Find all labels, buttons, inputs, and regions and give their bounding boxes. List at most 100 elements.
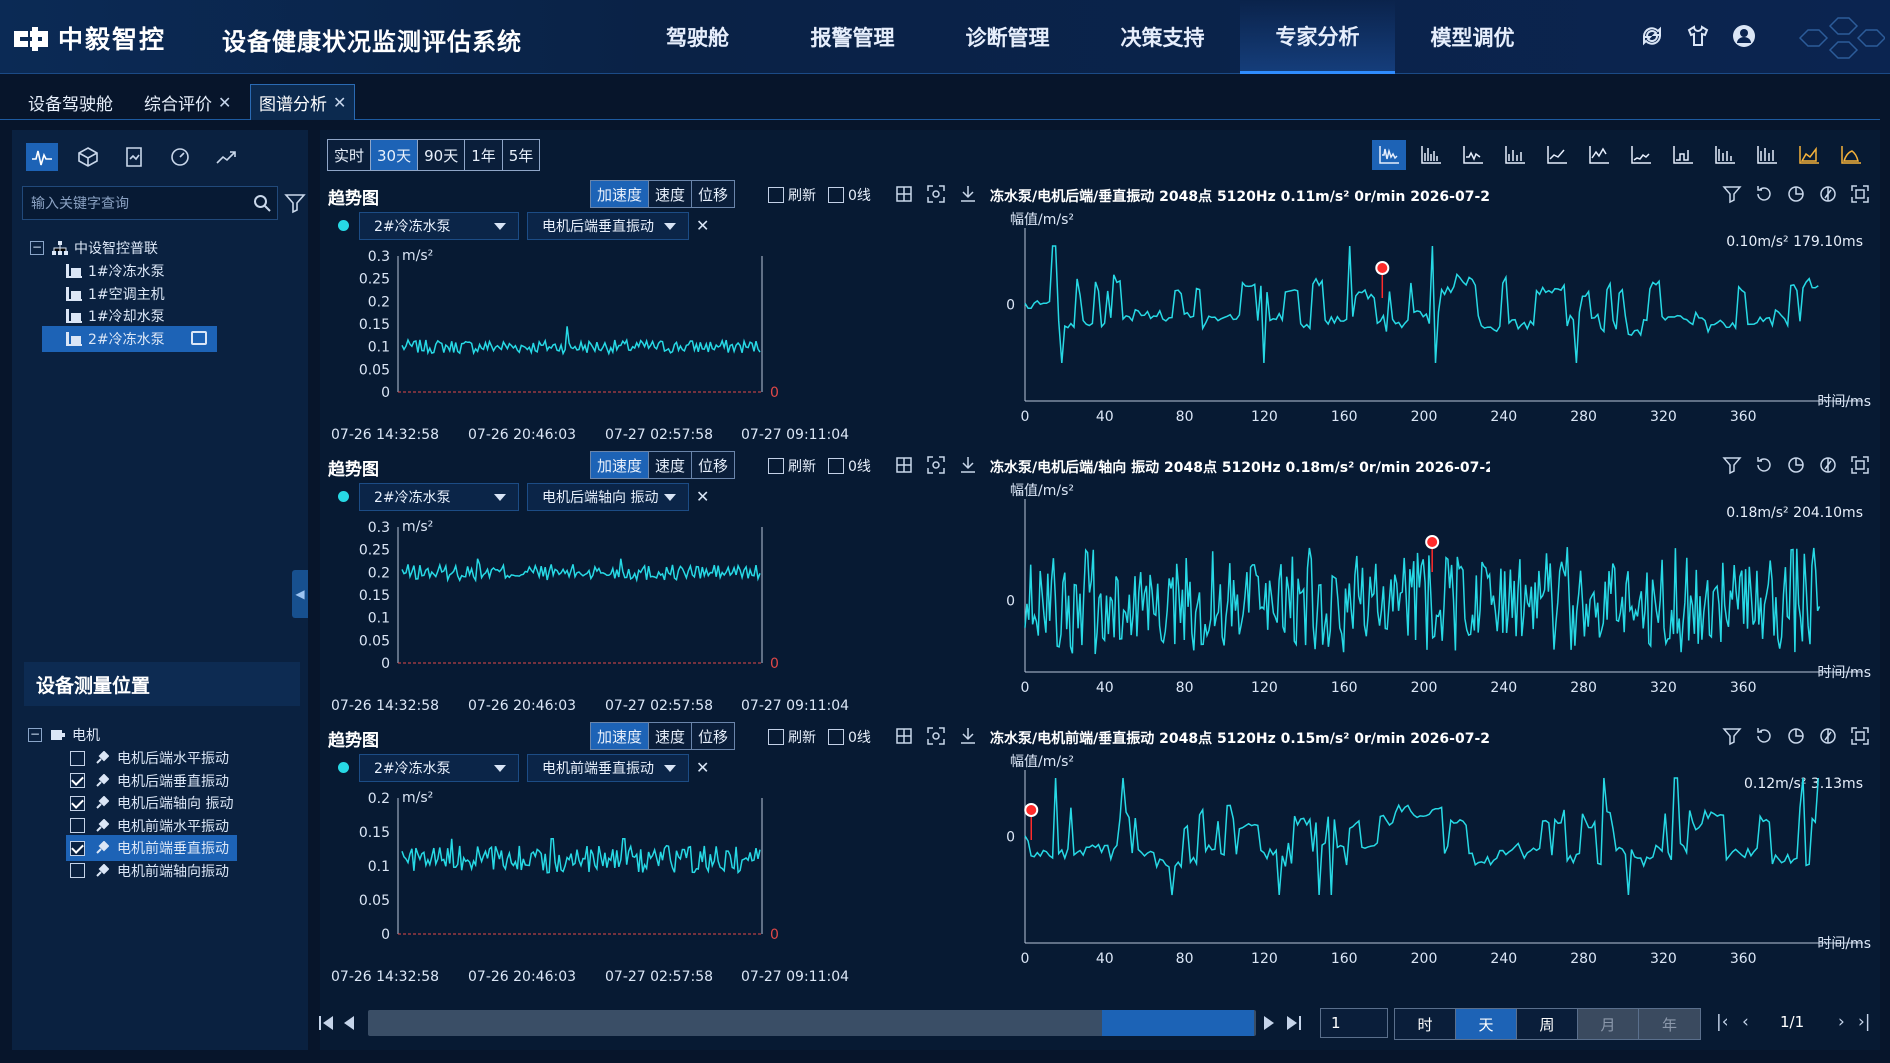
collapse-icon[interactable]: − xyxy=(30,241,44,255)
checkbox-box[interactable] xyxy=(828,729,844,745)
grid-icon[interactable] xyxy=(894,726,914,746)
timeline-thumb[interactable] xyxy=(1102,1010,1254,1036)
mode-button[interactable]: 速度 xyxy=(649,452,693,478)
zero-line-checkbox[interactable]: 0线 xyxy=(828,727,871,747)
cascade-chart-button[interactable] xyxy=(1624,140,1658,170)
nav-item-0[interactable]: 驾驶舱 xyxy=(620,0,775,74)
position-checkbox[interactable] xyxy=(70,863,85,878)
reset-icon[interactable] xyxy=(1754,726,1774,746)
pie-icon[interactable] xyxy=(1786,455,1806,475)
position-checkbox[interactable] xyxy=(70,795,85,811)
time-range-button[interactable]: 5年 xyxy=(502,140,540,170)
mode-button[interactable]: 速度 xyxy=(649,723,693,749)
refresh-checkbox[interactable]: 刷新 xyxy=(768,456,816,476)
fullscreen-icon[interactable] xyxy=(1850,184,1870,204)
mode-button[interactable]: 位移 xyxy=(692,181,735,207)
checkbox-box[interactable] xyxy=(768,729,784,745)
first-frame-icon[interactable] xyxy=(318,1014,338,1032)
reset-icon[interactable] xyxy=(1754,184,1774,204)
tab-comprehensive-eval[interactable]: 综合评价 ✕ xyxy=(136,84,239,120)
nav-item-3[interactable]: 决策支持 xyxy=(1085,0,1240,74)
last-frame-icon[interactable] xyxy=(1282,1014,1302,1032)
tab-device-cockpit[interactable]: 设备驾驶舱 xyxy=(20,84,121,120)
period-button[interactable]: 周 xyxy=(1517,1009,1578,1039)
next-frame-icon[interactable] xyxy=(1262,1014,1276,1032)
mode-button[interactable]: 加速度 xyxy=(591,723,650,749)
user-avatar-icon[interactable] xyxy=(1732,24,1756,48)
point-select[interactable]: 电机前端垂直振动 xyxy=(527,754,689,782)
waveform-chart[interactable]: 幅值/m/s² 时间/ms 0 0 40 80 120 160 200 240 280 320 360 xyxy=(990,477,1873,709)
trend-chart[interactable]: 0.3 0.25 0.2 0.15 0.1 0.05 0 m/s² 0 07-26 14:32:5… xyxy=(326,246,984,446)
trend-chart-button[interactable] xyxy=(1582,140,1616,170)
position-checkbox[interactable] xyxy=(70,840,85,856)
frame-count-input[interactable]: 1 xyxy=(1320,1008,1388,1038)
order-chart-button[interactable] xyxy=(1666,140,1700,170)
tab-spectrum-analysis[interactable]: 图谱分析 ✕ xyxy=(250,84,356,120)
filter-icon[interactable] xyxy=(1722,726,1742,746)
nav-item-4[interactable]: 专家分析 xyxy=(1240,0,1395,74)
compare-icon[interactable] xyxy=(1818,184,1838,204)
filter-icon[interactable] xyxy=(1722,455,1742,475)
checkbox-box[interactable] xyxy=(768,187,784,203)
fullscreen-icon[interactable] xyxy=(1850,726,1870,746)
prev-page-icon[interactable]: ‹ xyxy=(1742,1012,1749,1032)
bar-chart-button[interactable] xyxy=(1498,140,1532,170)
time-range-button[interactable]: 实时 xyxy=(328,140,372,170)
prev-frame-icon[interactable] xyxy=(342,1014,356,1032)
filter-icon[interactable] xyxy=(1722,184,1742,204)
waterfall-chart-button[interactable] xyxy=(1540,140,1574,170)
cursor-marker[interactable] xyxy=(1375,261,1390,275)
checkbox-box[interactable] xyxy=(828,187,844,203)
area-chart-button[interactable] xyxy=(1792,140,1826,170)
pie-icon[interactable] xyxy=(1786,726,1806,746)
download-icon[interactable] xyxy=(958,455,978,475)
position-checkbox[interactable] xyxy=(70,773,85,788)
zero-line-checkbox[interactable]: 0线 xyxy=(828,185,871,205)
close-icon[interactable]: ✕ xyxy=(696,216,709,235)
refresh-checkbox[interactable]: 刷新 xyxy=(768,185,816,205)
nav-item-1[interactable]: 报警管理 xyxy=(775,0,930,74)
grid-icon[interactable] xyxy=(894,455,914,475)
envelope-chart-button[interactable] xyxy=(1456,140,1490,170)
fullscreen-icon[interactable] xyxy=(926,184,946,204)
download-icon[interactable] xyxy=(958,184,978,204)
first-page-icon[interactable]: |‹ xyxy=(1716,1012,1729,1032)
time-range-button[interactable]: 1年 xyxy=(465,140,503,170)
refresh-icon[interactable] xyxy=(1640,24,1664,48)
point-select[interactable]: 电机后端垂直振动 xyxy=(527,212,689,240)
waveform-chart-button[interactable] xyxy=(1372,140,1406,170)
mode-button[interactable]: 速度 xyxy=(649,181,693,207)
orbit-chart-button[interactable] xyxy=(1708,140,1742,170)
close-icon[interactable]: ✕ xyxy=(218,93,231,112)
waveform-chart[interactable]: 幅值/m/s² 时间/ms 0 0 40 80 120 160 200 240 280 320 360 xyxy=(990,748,1873,980)
compare-icon[interactable] xyxy=(1818,726,1838,746)
cursor-marker[interactable] xyxy=(1425,535,1440,549)
period-button[interactable]: 年 xyxy=(1639,1009,1700,1039)
device-select[interactable]: 2#冷冻水泵 xyxy=(359,483,519,511)
position-item[interactable]: 电机前端轴向振动 xyxy=(66,858,237,884)
period-button[interactable]: 天 xyxy=(1456,1009,1517,1039)
close-icon[interactable]: ✕ xyxy=(696,487,709,506)
mode-button[interactable]: 加速度 xyxy=(591,452,650,478)
fullscreen-icon[interactable] xyxy=(1850,455,1870,475)
position-checkbox[interactable] xyxy=(70,750,85,766)
period-button[interactable]: 月 xyxy=(1578,1009,1639,1039)
skin-icon[interactable] xyxy=(1686,24,1710,48)
tree-item-device[interactable]: 2#冷冻水泵 xyxy=(42,325,217,352)
reset-icon[interactable] xyxy=(1754,455,1774,475)
waveform-chart[interactable]: 幅值/m/s² 时间/ms 0 0 40 80 120 160 200 240 280 320 360 xyxy=(990,206,1873,438)
device-select[interactable]: 2#冷冻水泵 xyxy=(359,754,519,782)
fullscreen-icon[interactable] xyxy=(926,726,946,746)
mode-button[interactable]: 位移 xyxy=(692,452,735,478)
download-icon[interactable] xyxy=(958,726,978,746)
compare-icon[interactable] xyxy=(1818,455,1838,475)
next-page-icon[interactable]: › xyxy=(1838,1012,1845,1032)
time-range-button[interactable]: 90天 xyxy=(418,140,466,170)
mode-button[interactable]: 位移 xyxy=(692,723,735,749)
device-select[interactable]: 2#冷冻水泵 xyxy=(359,212,519,240)
zero-line-checkbox[interactable]: 0线 xyxy=(828,456,871,476)
nav-item-5[interactable]: 模型调优 xyxy=(1395,0,1550,74)
refresh-checkbox[interactable]: 刷新 xyxy=(768,727,816,747)
period-button[interactable]: 时 xyxy=(1395,1009,1456,1039)
checkbox-box[interactable] xyxy=(768,458,784,474)
